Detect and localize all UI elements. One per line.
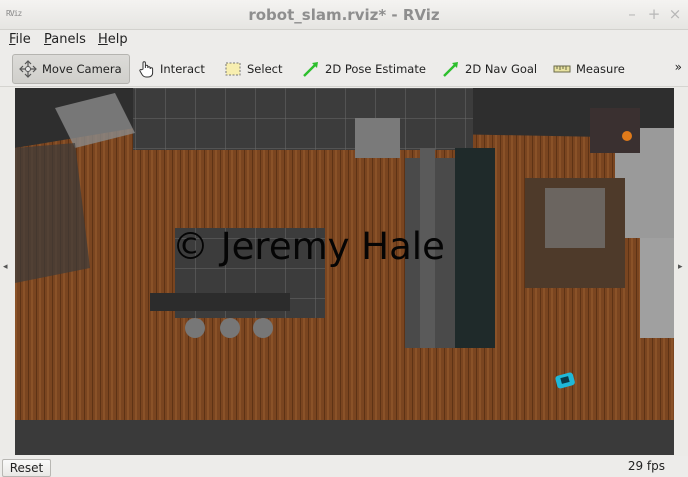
- hand-pointer-icon: [137, 60, 155, 78]
- move-camera-label: Move Camera: [42, 62, 122, 76]
- 3d-render-view[interactable]: © Jeremy Hale: [15, 88, 674, 455]
- close-button[interactable]: ×: [667, 6, 683, 22]
- watermark-text: © Jeremy Hale: [172, 225, 445, 268]
- reset-button[interactable]: Reset: [2, 459, 51, 477]
- 2d-nav-goal-label: 2D Nav Goal: [465, 62, 538, 76]
- measure-tool[interactable]: Measure: [547, 54, 631, 84]
- menu-file[interactable]: File: [9, 32, 31, 47]
- move-camera-tool[interactable]: Move Camera: [12, 54, 130, 84]
- toolbar-overflow-button[interactable]: »: [675, 60, 682, 74]
- interact-tool[interactable]: Interact: [131, 54, 211, 84]
- green-arrow-icon: [302, 60, 320, 78]
- ruler-icon: [553, 60, 571, 78]
- 2d-pose-estimate-label: 2D Pose Estimate: [325, 62, 426, 76]
- left-panel-toggle-icon[interactable]: ◂: [3, 262, 8, 272]
- measure-label: Measure: [576, 62, 625, 76]
- select-label: Select: [247, 62, 283, 76]
- 2d-nav-goal-tool[interactable]: 2D Nav Goal: [436, 54, 543, 84]
- window-title: robot_slam.rviz* - RViz: [248, 6, 440, 24]
- maximize-button[interactable]: +: [646, 6, 662, 22]
- green-arrow-icon: [442, 60, 460, 78]
- slam-map-render: [15, 88, 674, 455]
- fps-counter: 29 fps: [627, 459, 665, 473]
- select-box-icon: [224, 60, 242, 78]
- select-tool[interactable]: Select: [218, 54, 288, 84]
- menu-panels[interactable]: Panels: [44, 32, 86, 47]
- move-camera-icon: [19, 60, 37, 78]
- title-bar: RViz robot_slam.rviz* - RViz – + ×: [0, 0, 688, 30]
- menu-help[interactable]: Help: [98, 32, 128, 47]
- tool-toolbar: Move Camera Interact Select 2D Pose Esti…: [0, 51, 688, 87]
- menu-bar: File Panels Help: [0, 30, 688, 51]
- minimize-button[interactable]: –: [624, 6, 640, 22]
- status-bar: Reset 29 fps: [0, 456, 688, 477]
- 2d-pose-estimate-tool[interactable]: 2D Pose Estimate: [296, 54, 432, 84]
- right-panel-toggle-icon[interactable]: ▸: [678, 262, 683, 272]
- interact-label: Interact: [160, 62, 205, 76]
